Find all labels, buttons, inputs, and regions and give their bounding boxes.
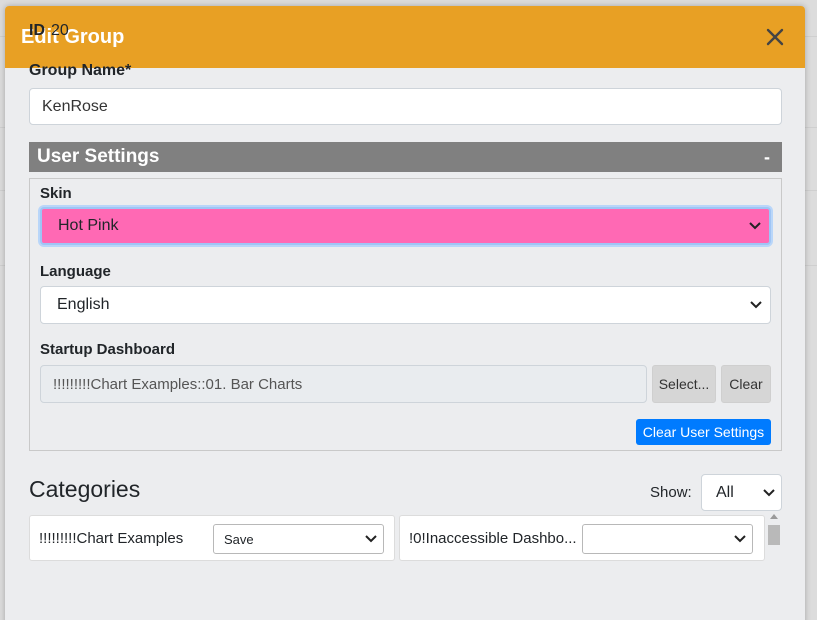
- language-label: Language: [40, 263, 111, 280]
- id-label: ID: [29, 22, 45, 39]
- user-settings-panel: Skin Hot Pink Language English Startup D…: [29, 178, 782, 451]
- startup-dashboard-label: Startup Dashboard: [40, 341, 176, 358]
- skin-value: Hot Pink: [58, 217, 119, 234]
- scroll-up-icon[interactable]: [770, 514, 778, 519]
- group-name-label: Group Name*: [29, 62, 132, 79]
- category-card: !!!!!!!!!Chart Examples Save: [29, 515, 395, 561]
- clear-dashboard-button[interactable]: Clear: [721, 365, 771, 403]
- chevron-down-icon: [734, 535, 746, 543]
- skin-select[interactable]: Hot Pink: [40, 207, 771, 245]
- category-name: !!!!!!!!!Chart Examples: [39, 530, 184, 547]
- id-value: 20: [51, 22, 69, 39]
- chevron-down-icon: [750, 301, 762, 309]
- edit-group-dialog: Edit Group ID 20 Group Name* KenRose User…: [5, 6, 805, 620]
- scroll-thumb[interactable]: [768, 525, 780, 545]
- skin-label: Skin: [40, 185, 72, 202]
- show-filter-select[interactable]: All: [701, 474, 782, 511]
- clear-user-settings-button[interactable]: Clear User Settings: [636, 419, 771, 445]
- dialog-header: Edit Group: [5, 6, 805, 68]
- group-name-input[interactable]: KenRose: [29, 88, 782, 125]
- close-icon[interactable]: [761, 23, 789, 51]
- language-select[interactable]: English: [40, 286, 771, 324]
- select-dashboard-button[interactable]: Select...: [652, 365, 716, 403]
- startup-dashboard-field: !!!!!!!!!Chart Examples::01. Bar Charts: [40, 365, 647, 403]
- chevron-down-icon: [365, 535, 377, 543]
- category-card: !0!Inaccessible Dashbo...: [399, 515, 765, 561]
- category-permission-select[interactable]: [582, 524, 753, 554]
- user-settings-title: User Settings: [37, 146, 160, 167]
- user-settings-header[interactable]: User Settings -: [29, 142, 782, 172]
- language-value: English: [57, 296, 110, 313]
- category-permission-select[interactable]: Save: [213, 524, 384, 554]
- show-label: Show:: [650, 484, 692, 501]
- collapse-toggle[interactable]: -: [764, 147, 770, 168]
- category-permission-value: Save: [224, 531, 254, 547]
- chevron-down-icon: [749, 222, 761, 230]
- id-row: ID 20: [29, 22, 69, 40]
- show-filter-value: All: [716, 483, 734, 501]
- chevron-down-icon: [763, 488, 775, 496]
- category-name: !0!Inaccessible Dashbo...: [409, 530, 577, 547]
- categories-title: Categories: [29, 476, 141, 502]
- categories-scrollbar[interactable]: [767, 511, 781, 571]
